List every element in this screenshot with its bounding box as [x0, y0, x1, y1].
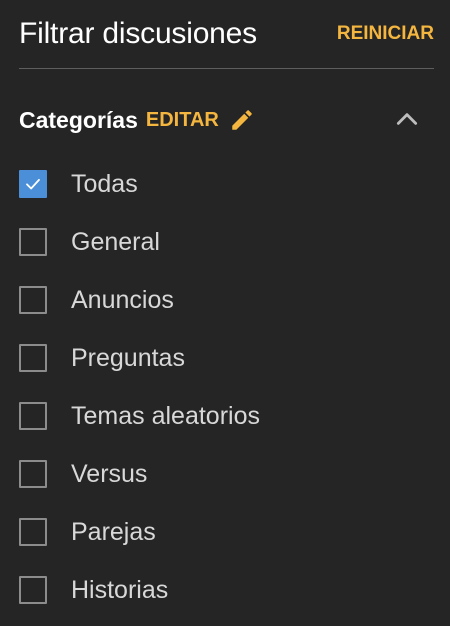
option-label: Preguntas [71, 343, 185, 372]
header-divider [19, 68, 434, 69]
checkbox[interactable] [19, 228, 47, 256]
check-icon [26, 178, 40, 190]
category-option-preguntas[interactable]: Preguntas [19, 329, 434, 387]
checkbox[interactable] [19, 170, 47, 198]
checkbox[interactable] [19, 344, 47, 372]
option-label: General [71, 227, 160, 256]
panel-header: Filtrar discusiones REINICIAR [19, 14, 434, 54]
panel-title: Filtrar discusiones [19, 17, 257, 50]
option-label: Anuncios [71, 285, 174, 314]
option-label: Parejas [71, 517, 156, 546]
category-option-historias[interactable]: Historias [19, 561, 434, 619]
category-option-anuncios[interactable]: Anuncios [19, 271, 434, 329]
categories-title: Categorías [19, 106, 138, 133]
checkbox[interactable] [19, 460, 47, 488]
pencil-icon [232, 110, 252, 130]
category-option-general[interactable]: General [19, 213, 434, 271]
filter-discussions-panel: Filtrar discusiones REINICIAR Categorías… [0, 0, 450, 626]
checkbox[interactable] [19, 518, 47, 546]
category-option-temas-aleatorios[interactable]: Temas aleatorios [19, 387, 434, 445]
reset-button[interactable]: REINICIAR [337, 23, 434, 45]
category-option-todas[interactable]: Todas [19, 155, 434, 213]
edit-label: EDITAR [145, 108, 219, 131]
option-label: Temas aleatorios [71, 401, 260, 430]
checkbox[interactable] [19, 402, 47, 430]
chevron-up-icon[interactable] [394, 106, 420, 132]
category-option-parejas[interactable]: Parejas [19, 503, 434, 561]
option-label: Historias [71, 575, 169, 604]
categories-header: Categorías EDITAR [19, 100, 420, 140]
category-option-versus[interactable]: Versus [19, 445, 434, 503]
option-label: Todas [71, 169, 138, 198]
edit-categories-button[interactable]: EDITAR [146, 107, 255, 133]
checkbox[interactable] [19, 286, 47, 314]
category-options-list: Todas General Anuncios Preguntas Temas a… [19, 155, 434, 619]
checkbox[interactable] [19, 576, 47, 604]
option-label: Versus [71, 459, 148, 488]
